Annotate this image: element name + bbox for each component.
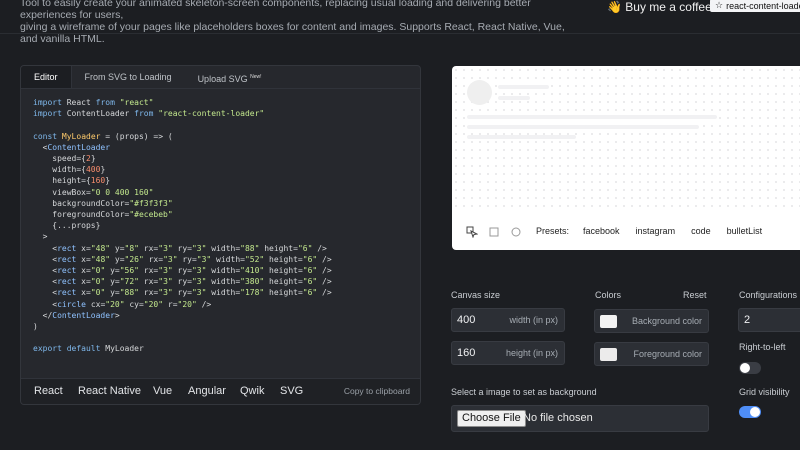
rtl-toggle-knob [740,363,750,373]
tab-upload-svg[interactable]: Upload SVG New! [185,66,275,88]
presets-label: Presets: [536,226,570,236]
skeleton-rect-2[interactable] [498,96,530,100]
skeleton-rect-5[interactable] [467,135,576,139]
framework-tab-vue[interactable]: Vue [153,379,172,404]
height-input[interactable]: 160 height (in px) [451,341,565,365]
framework-tab-react[interactable]: React [34,379,63,404]
preset-facebook[interactable]: facebook [583,226,620,236]
star-label: react-content-loader [726,0,800,11]
height-value: 160 [457,347,476,359]
code-editor-panel: Editor From SVG to Loading Upload SVG Ne… [20,65,421,405]
skeleton-rect-1[interactable] [498,85,549,89]
pointer-icon[interactable] [466,225,479,239]
tab-editor-label: Editor [34,72,58,82]
top-bar: Tool to easily create your animated skel… [0,0,800,45]
star-icon: ☆ [715,0,724,10]
intro-line-1: Tool to easily create your animated skel… [20,0,531,21]
background-color-label: Background color [631,316,702,326]
width-input[interactable]: 400 width (in px) [451,308,565,332]
foreground-color-label: Foreground color [633,349,702,359]
skeleton-rect-4[interactable] [467,125,699,129]
framework-tab-angular[interactable]: Angular [188,379,226,404]
width-value: 400 [457,314,476,326]
configurations-label: Configurations [739,290,798,300]
buy-coffee-link[interactable]: 👋 Buy me a coffee [607,0,712,14]
preset-bulletlist[interactable]: bulletList [727,226,763,236]
preview-toolbar: Presets: facebook instagram code bulletL… [466,224,778,239]
reset-button[interactable]: Reset [683,290,707,300]
colors-label: Colors [595,290,622,300]
skeleton-circle[interactable] [467,80,492,105]
no-file-chosen-text: No file chosen [523,412,593,424]
tab-from-svg[interactable]: From SVG to Loading [72,66,185,88]
intro-text: Tool to easily create your animated skel… [20,0,580,45]
background-image-label: Select a image to set as background [451,387,597,397]
background-color-picker[interactable]: Background color [594,309,709,333]
tab-upload-svg-label: Upload SVG [197,74,248,84]
preview-canvas[interactable] [452,66,800,208]
copy-to-clipboard-button[interactable]: Copy to clipboard [344,379,410,404]
background-file-input[interactable]: Choose File No file chosen [451,405,709,432]
grid-toggle-knob [750,407,760,417]
preset-instagram[interactable]: instagram [636,226,676,236]
foreground-color-swatch [600,348,617,361]
height-suffix: height (in px) [505,348,558,358]
grid-visibility-label: Grid visibility [739,387,790,397]
background-color-swatch [600,315,617,328]
width-suffix: width (in px) [509,315,558,325]
foreground-color-picker[interactable]: Foreground color [594,342,709,366]
intro-line-2: giving a wireframe of your pages like pl… [20,21,565,45]
new-badge: New! [250,74,262,80]
rtl-label: Right-to-left [739,342,786,352]
grid-visibility-toggle[interactable] [739,406,761,418]
skeleton-rect-3[interactable] [467,115,717,119]
code-textarea[interactable]: import React from "react" import Content… [33,97,332,355]
rectangle-tool-icon[interactable] [488,225,500,237]
framework-tab-svg[interactable]: SVG [280,379,303,404]
circle-tool-icon[interactable] [510,225,522,237]
framework-tabs: React React Native Vue Angular Qwik SVG … [21,378,420,404]
tab-from-svg-label: From SVG to Loading [84,72,172,82]
canvas-size-label: Canvas size [451,290,501,300]
choose-file-button[interactable]: Choose File [457,410,526,427]
framework-tab-react-native[interactable]: React Native [78,379,141,404]
preview-panel: Presets: facebook instagram code bulletL… [452,66,800,250]
speed-value: 2 [744,314,751,326]
preset-code[interactable]: code [691,226,711,236]
framework-tab-qwik[interactable]: Qwik [240,379,264,404]
tab-editor[interactable]: Editor [21,66,72,88]
github-star-button[interactable]: ☆ react-content-loader [710,0,800,12]
speed-input[interactable]: 2 [738,308,800,332]
editor-tabs: Editor From SVG to Loading Upload SVG Ne… [21,66,420,89]
rtl-toggle[interactable] [739,362,761,374]
